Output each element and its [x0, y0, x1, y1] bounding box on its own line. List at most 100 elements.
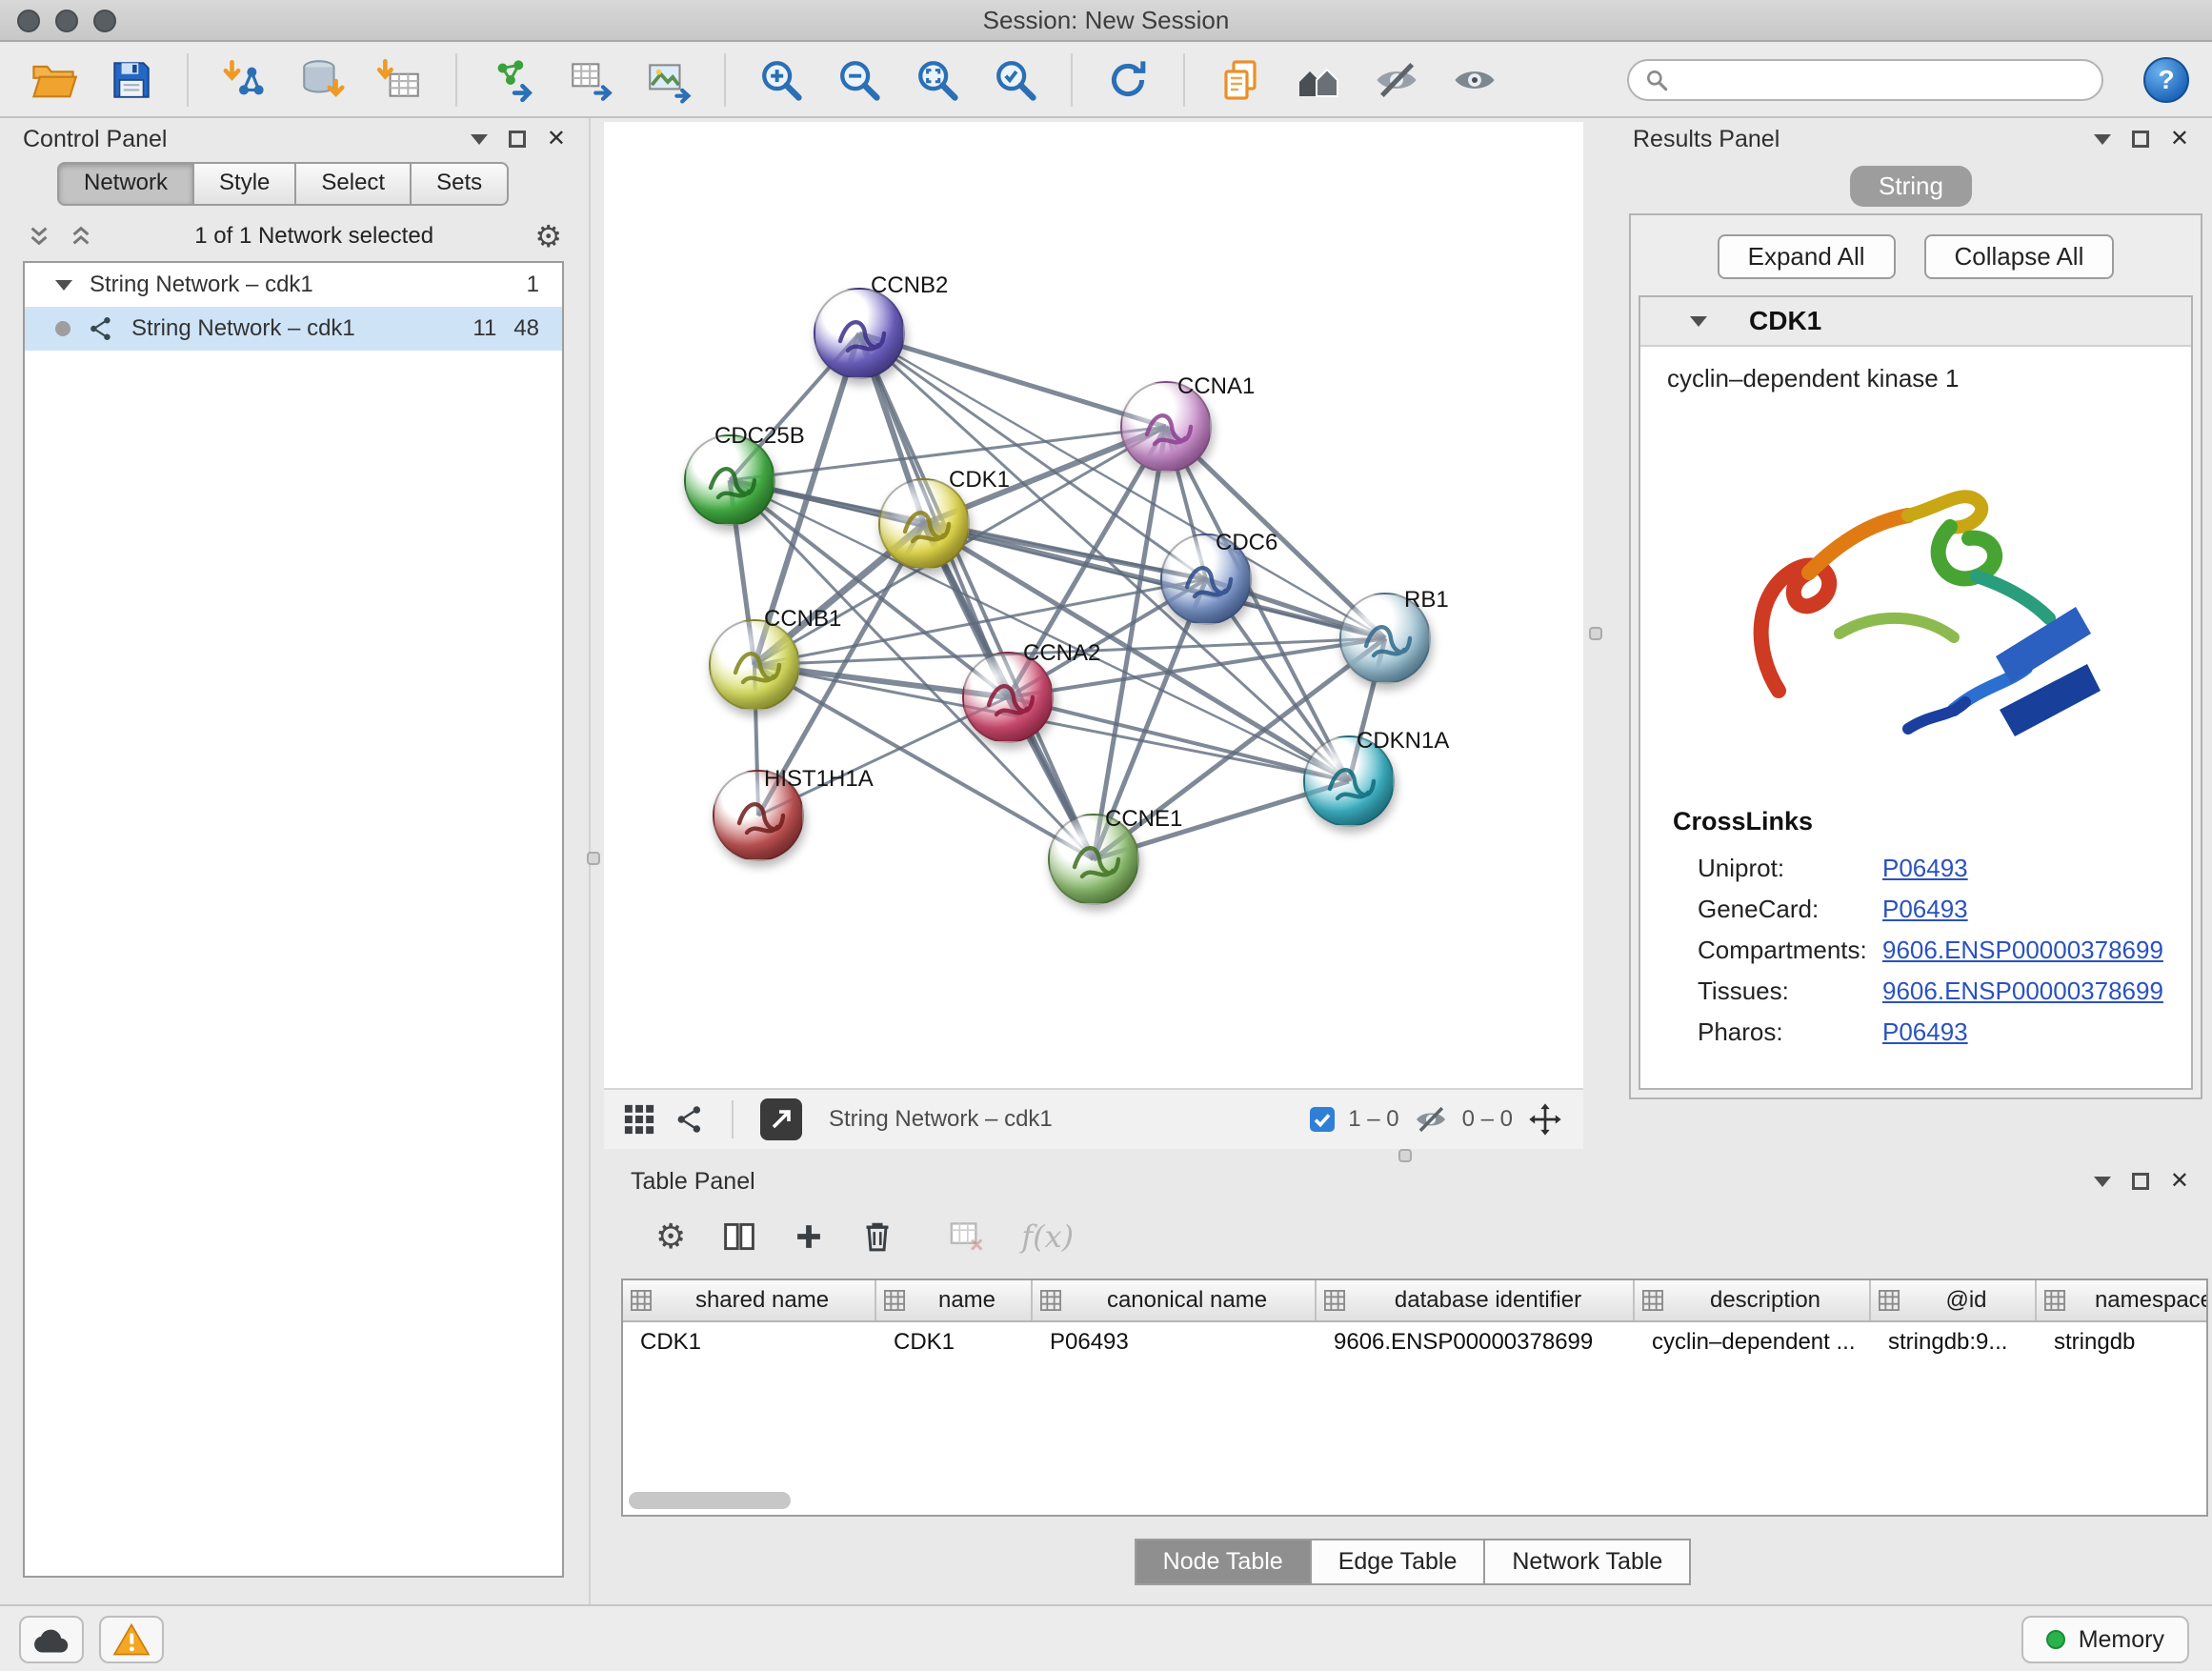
zoom-out-button[interactable]: [829, 51, 890, 109]
close-panel-icon[interactable]: ✕: [2170, 1170, 2189, 1193]
expand-all-icon[interactable]: [27, 224, 51, 249]
network-node-CCNB2[interactable]: [814, 288, 905, 379]
crosslink-link[interactable]: 9606.ENSP00000378699: [1882, 936, 2163, 965]
save-session-button[interactable]: [101, 51, 162, 109]
grid-view-icon[interactable]: [623, 1103, 655, 1136]
gene-section-header[interactable]: CDK1: [1640, 297, 2191, 347]
new-network-from-selection-button[interactable]: [482, 51, 543, 109]
table-row[interactable]: CDK1CDK1P064939606.ENSP00000378699cyclin…: [623, 1322, 2206, 1362]
export-image-button[interactable]: [638, 51, 699, 109]
network-overview-icon[interactable]: [674, 1104, 705, 1135]
tab-style[interactable]: Style: [194, 162, 296, 206]
column-header-database-identifier[interactable]: database identifier: [1317, 1280, 1635, 1320]
column-header-shared-name[interactable]: shared name: [623, 1280, 876, 1320]
collapse-all-button[interactable]: Collapse All: [1924, 234, 2115, 279]
import-table-from-file-button[interactable]: [370, 51, 431, 109]
delete-table-icon-disabled[interactable]: [949, 1220, 985, 1253]
splitter-handle[interactable]: [1589, 627, 1602, 640]
selected-checkbox-icon[interactable]: [1310, 1107, 1335, 1132]
hidden-eye-slash-icon[interactable]: [1413, 1101, 1449, 1137]
refresh-button[interactable]: [1097, 51, 1158, 109]
open-session-button[interactable]: [23, 51, 84, 109]
zoom-in-button[interactable]: [751, 51, 812, 109]
tab-network-table[interactable]: Network Table: [1485, 1539, 1691, 1585]
column-header-name[interactable]: name: [876, 1280, 1033, 1320]
cytoscape-window: { "window": {"title": "Session: New Sess…: [0, 0, 2212, 1671]
network-node-CCNB1[interactable]: [709, 619, 800, 711]
hidden-counts: 0 – 0: [1462, 1106, 1513, 1133]
show-columns-icon[interactable]: [722, 1219, 756, 1254]
scrollbar-thumb[interactable]: [629, 1492, 791, 1509]
column-header--id[interactable]: @id: [1871, 1280, 2037, 1320]
network-edge-CCNB2-CCNA1[interactable]: [859, 333, 1166, 427]
function-builder-icon[interactable]: f(x): [1021, 1218, 1074, 1255]
tree-expanded-icon[interactable]: [55, 280, 72, 291]
search-field: [1627, 59, 2103, 101]
import-network-from-file-button[interactable]: [213, 51, 274, 109]
hide-panels-button[interactable]: [1366, 51, 1427, 109]
node-table: shared name namecanonical namedatabase id…: [621, 1278, 2208, 1517]
network-collection-row[interactable]: String Network – cdk1 1: [25, 263, 562, 307]
crosslink-row: Compartments:9606.ENSP00000378699: [1640, 930, 2191, 971]
table-cell: P06493: [1033, 1329, 1317, 1356]
crosslink-link[interactable]: P06493: [1882, 854, 1968, 883]
float-panel-icon[interactable]: [2132, 1173, 2149, 1190]
close-panel-icon[interactable]: ✕: [2170, 128, 2189, 151]
crosslink-row: GeneCard:P06493: [1640, 889, 2191, 930]
network-row[interactable]: String Network – cdk1 11 48: [25, 307, 562, 351]
import-network-from-database-button[interactable]: [292, 51, 352, 109]
network-edge-CCNB2-CCNE1[interactable]: [859, 333, 1094, 859]
float-panel-icon[interactable]: [2132, 131, 2149, 148]
tab-string[interactable]: String: [1850, 166, 1972, 207]
table-horizontal-scrollbar[interactable]: [629, 1492, 2201, 1509]
crosslink-link[interactable]: 9606.ENSP00000378699: [1882, 976, 2163, 1006]
gear-icon[interactable]: ⚙: [534, 221, 562, 252]
table-settings-gear-icon[interactable]: ⚙: [655, 1219, 686, 1254]
column-header-canonical-name[interactable]: canonical name: [1033, 1280, 1317, 1320]
delete-column-icon[interactable]: [861, 1219, 894, 1254]
search-input[interactable]: [1679, 67, 2086, 93]
splitter-handle[interactable]: [587, 852, 600, 865]
help-button[interactable]: ?: [2143, 57, 2189, 103]
expand-all-button[interactable]: Expand All: [1718, 234, 1896, 279]
tab-sets[interactable]: Sets: [412, 162, 509, 206]
memory-button[interactable]: Memory: [2021, 1616, 2189, 1663]
column-header-namespace[interactable]: namespace: [2037, 1280, 2208, 1320]
tab-node-table[interactable]: Node Table: [1135, 1539, 1312, 1585]
zoom-fit-button[interactable]: [907, 51, 968, 109]
show-panels-button[interactable]: [1444, 51, 1505, 109]
panel-menu-icon[interactable]: [2094, 1177, 2111, 1187]
zoom-selected-button[interactable]: [985, 51, 1046, 109]
tab-network[interactable]: Network: [57, 162, 194, 206]
column-header-description[interactable]: description: [1635, 1280, 1871, 1320]
float-panel-icon[interactable]: [509, 131, 526, 148]
tab-edge-table[interactable]: Edge Table: [1312, 1539, 1486, 1585]
tab-select[interactable]: Select: [296, 162, 412, 206]
close-panel-icon[interactable]: ✕: [547, 128, 566, 151]
column-label: shared name: [657, 1287, 867, 1314]
crosslink-link[interactable]: P06493: [1882, 895, 1968, 924]
network-canvas[interactable]: CCNB2CCNA1CDC25BCDK1CDC6RB1CCNB1CCNA2CDK…: [604, 122, 1583, 1088]
column-type-icon: [884, 1290, 905, 1311]
crosslink-link[interactable]: P06493: [1882, 1017, 1968, 1047]
documents-button[interactable]: [1210, 51, 1271, 109]
splitter-handle[interactable]: [1398, 1149, 1412, 1162]
pan-crosshair-icon[interactable]: [1526, 1100, 1564, 1138]
column-type-icon: [631, 1290, 652, 1311]
home-button[interactable]: [1288, 51, 1349, 109]
panel-menu-icon[interactable]: [2094, 134, 2111, 145]
cloud-button[interactable]: [19, 1616, 84, 1663]
panel-menu-icon[interactable]: [471, 134, 488, 145]
zoom-selected-icon: [991, 55, 1040, 105]
section-collapse-icon[interactable]: [1690, 316, 1707, 327]
export-view-button[interactable]: [760, 1098, 802, 1140]
crosslink-label: GeneCard:: [1698, 895, 1882, 924]
column-label: @id: [1905, 1287, 2027, 1314]
add-column-icon[interactable]: [793, 1220, 825, 1253]
search-icon: [1644, 68, 1669, 92]
warnings-button[interactable]: [99, 1616, 164, 1663]
collapse-all-icon[interactable]: [69, 224, 93, 249]
export-table-button[interactable]: [560, 51, 621, 109]
eye-slash-icon: [1372, 55, 1421, 105]
houses-icon: [1293, 57, 1344, 103]
